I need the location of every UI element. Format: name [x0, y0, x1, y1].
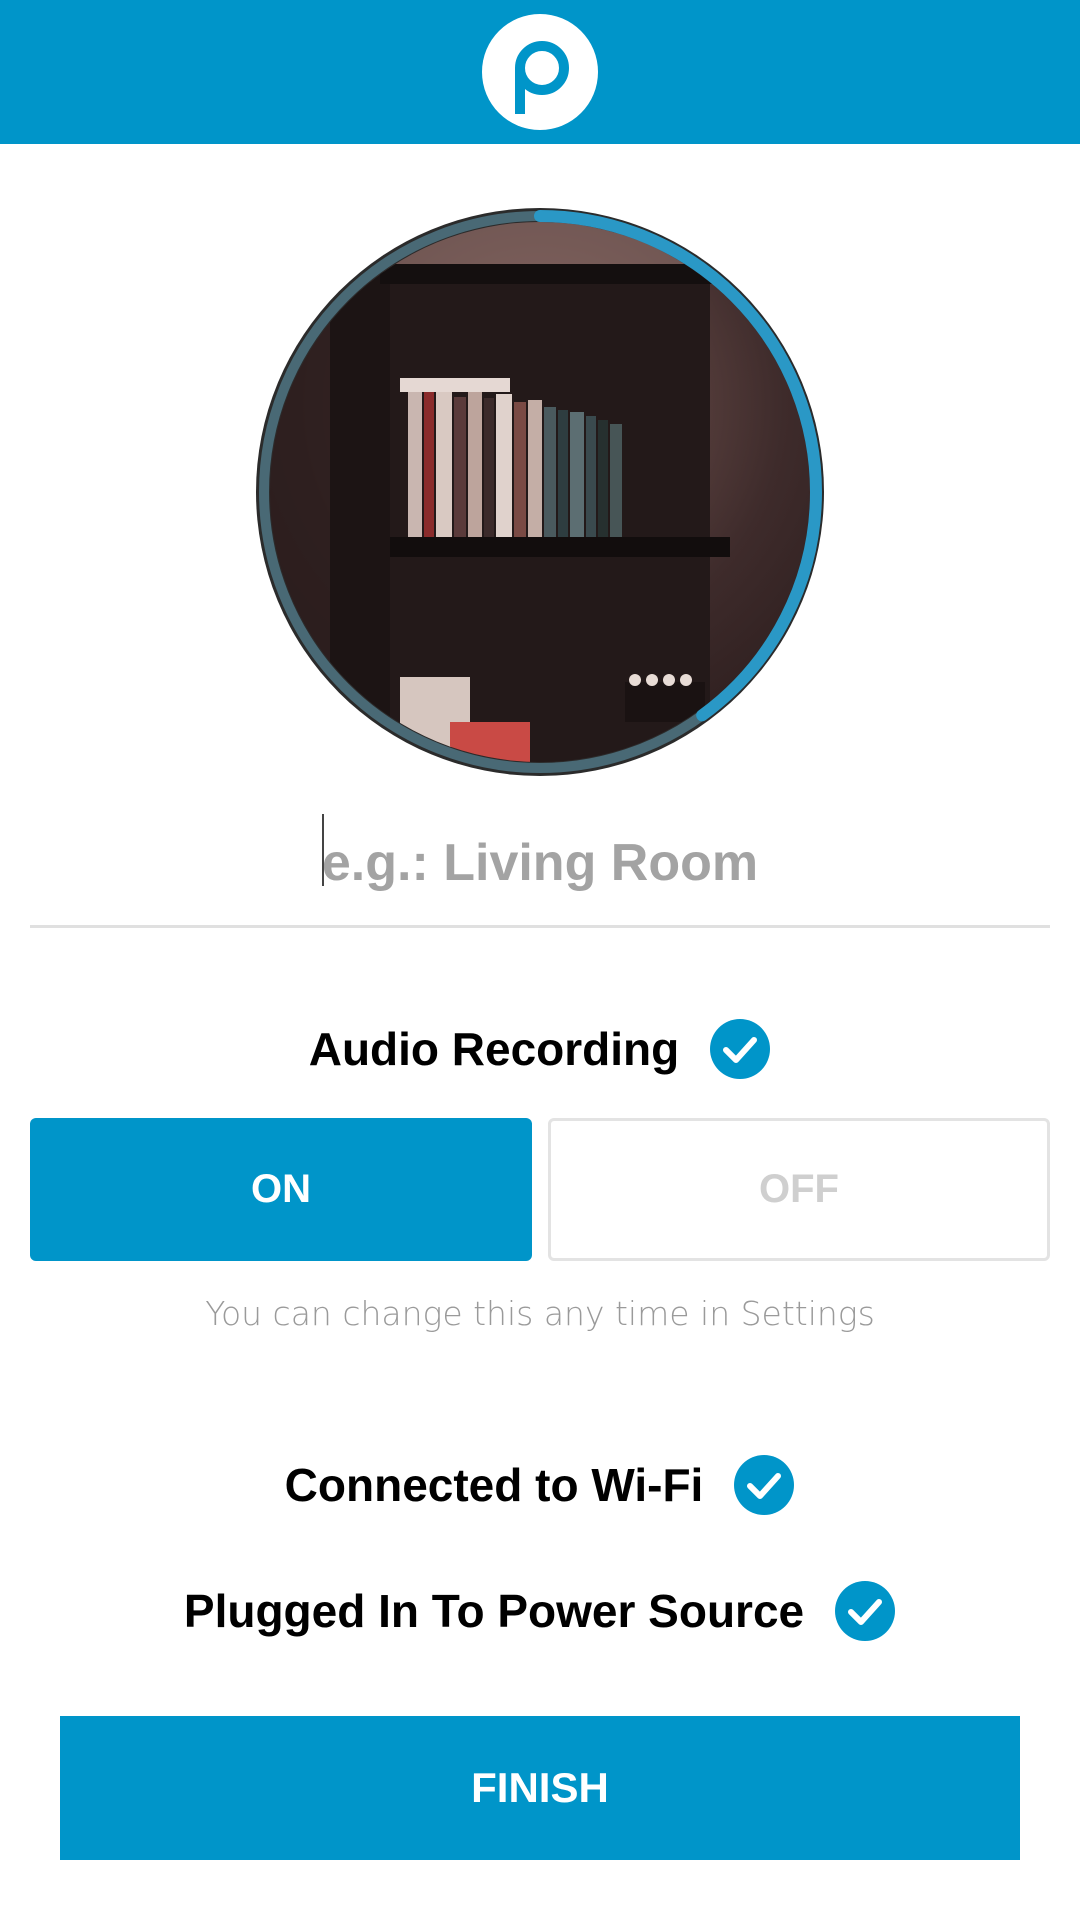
audio-recording-row: Audio Recording [0, 1014, 1080, 1084]
audio-off-button[interactable]: OFF [548, 1118, 1050, 1261]
finish-button[interactable]: FINISH [60, 1716, 1020, 1860]
power-status-row: Plugged In To Power Source [0, 1576, 1080, 1646]
camera-preview [250, 202, 830, 782]
wifi-status-row: Connected to Wi-Fi [0, 1450, 1080, 1520]
power-status-label: Plugged In To Power Source [183, 1585, 805, 1637]
text-caret [322, 814, 324, 886]
audio-recording-label: Audio Recording [308, 1023, 680, 1075]
camera-name-input[interactable] [30, 800, 1050, 928]
app-header [0, 0, 1080, 144]
audio-on-button[interactable]: ON [30, 1118, 532, 1261]
wifi-status-label: Connected to Wi-Fi [284, 1459, 704, 1511]
settings-hint: You can change this any time in Settings [205, 1294, 875, 1333]
check-circle-icon [835, 1581, 896, 1641]
p-logo-icon [482, 14, 598, 130]
check-circle-icon [734, 1455, 795, 1515]
check-circle-icon [710, 1019, 771, 1079]
